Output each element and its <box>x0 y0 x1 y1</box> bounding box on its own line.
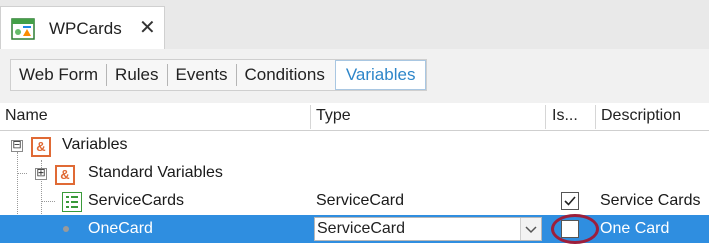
variable-name[interactable]: OneCard <box>88 215 153 243</box>
tree-row-onecard[interactable]: OneCard ServiceCard One Card <box>0 215 709 243</box>
ampersand-icon: & <box>31 137 51 157</box>
column-divider[interactable] <box>310 105 311 129</box>
variable-type[interactable]: ServiceCard <box>316 187 404 215</box>
column-divider[interactable] <box>545 105 546 129</box>
bullet-icon <box>63 226 69 232</box>
tree-row-servicecards[interactable]: ServiceCards ServiceCard Service Cards <box>0 187 709 215</box>
document-tab-strip: WPCards ✕ <box>0 0 709 50</box>
description-editor[interactable]: One Card <box>596 217 709 241</box>
ampersand-icon: & <box>55 165 75 185</box>
column-header-type[interactable]: Type <box>316 103 536 130</box>
web-panel-icon <box>11 17 35 41</box>
variable-description[interactable]: Service Cards <box>600 187 700 215</box>
variable-name: ServiceCards <box>88 192 185 209</box>
tree-row-standard-variables[interactable]: ⊞ & Standard Variables <box>0 159 709 187</box>
tab-conditions[interactable]: Conditions <box>237 60 333 90</box>
column-header-description[interactable]: Description <box>601 103 709 130</box>
document-tab[interactable]: WPCards ✕ <box>0 6 165 50</box>
highlight-ring <box>551 214 599 244</box>
expand-icon[interactable]: ⊞ <box>35 168 47 180</box>
tab-rules[interactable]: Rules <box>107 60 166 90</box>
variable-name: Standard Variables <box>88 164 223 181</box>
collapse-icon[interactable]: ⊟ <box>11 140 23 152</box>
tab-variables[interactable]: Variables <box>334 60 427 90</box>
column-header-name[interactable]: Name <box>5 103 305 130</box>
chevron-down-icon[interactable] <box>520 218 541 240</box>
tab-events[interactable]: Events <box>168 60 236 90</box>
part-tabs-bar: Web Form Rules Events Conditions Variabl… <box>0 49 709 103</box>
is-collection-checkbox[interactable] <box>561 192 579 210</box>
column-header-is-collection[interactable]: Is... <box>552 103 592 130</box>
type-combo-box[interactable]: ServiceCard <box>314 217 542 241</box>
variable-name: Variables <box>62 136 128 153</box>
part-tabs: Web Form Rules Events Conditions Variabl… <box>10 59 428 91</box>
tree-row-variables[interactable]: ⊟ & Variables <box>0 131 709 159</box>
variables-grid-header: Name Type Is... Description <box>0 103 709 131</box>
document-tab-title: WPCards <box>49 19 122 38</box>
column-divider[interactable] <box>595 105 596 129</box>
tab-web-form[interactable]: Web Form <box>11 60 106 90</box>
close-icon[interactable]: ✕ <box>139 16 156 40</box>
variable-description: One Card <box>600 220 670 237</box>
sdt-icon <box>62 192 82 212</box>
type-combo-value: ServiceCard <box>317 220 406 237</box>
